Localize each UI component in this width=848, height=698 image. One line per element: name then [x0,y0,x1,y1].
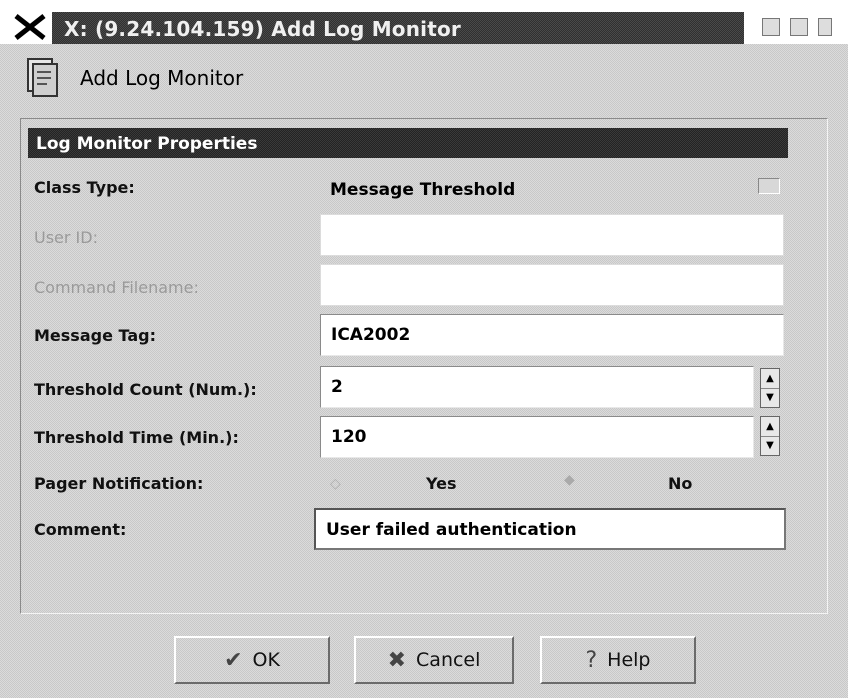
dropdown-icon[interactable] [758,178,780,194]
command-filename-label: Command Filename: [34,278,199,297]
minimize-button[interactable] [762,18,780,36]
checkmark-icon: ✔ [224,647,243,673]
cancel-button[interactable]: ✖ Cancel [354,636,514,684]
maximize-button[interactable] [790,18,808,36]
class-type-select[interactable]: Message Threshold [330,180,515,200]
threshold-time-label: Threshold Time (Min.): [34,428,239,447]
arrow-up-icon[interactable]: ▲ [761,417,779,437]
threshold-count-label: Threshold Count (Num.): [34,380,257,399]
threshold-count-field[interactable]: 2 [320,366,754,408]
document-icon [27,58,58,97]
radio-no-icon[interactable]: ◆ [564,472,575,488]
x-logo-icon [14,14,46,40]
cancel-x-icon: ✖ [387,647,407,673]
message-tag-label: Message Tag: [34,326,156,345]
threshold-time-stepper[interactable]: ▲ ▼ [760,416,780,456]
class-type-label: Class Type: [34,178,135,197]
window-title: X: (9.24.104.159) Add Log Monitor [64,17,462,41]
close-button[interactable] [818,18,832,36]
radio-yes-icon[interactable]: ◇ [330,476,341,492]
arrow-up-icon[interactable]: ▲ [761,369,779,389]
radio-no-label[interactable]: No [668,474,692,493]
question-mark-icon: ? [585,647,598,673]
pager-notification-label: Pager Notification: [34,474,204,493]
ok-button[interactable]: ✔ OK [174,636,330,684]
title-bar: X: (9.24.104.159) Add Log Monitor [0,0,848,44]
radio-yes-label[interactable]: Yes [426,474,457,493]
panel-title: Log Monitor Properties [28,128,788,158]
arrow-down-icon[interactable]: ▼ [761,388,779,407]
user-id-label: User ID: [34,228,98,247]
user-id-field[interactable] [320,214,784,256]
threshold-count-stepper[interactable]: ▲ ▼ [760,368,780,408]
command-filename-field[interactable] [320,264,784,306]
comment-field[interactable]: User failed authentication [314,508,786,550]
threshold-time-field[interactable]: 120 [320,416,754,458]
arrow-down-icon[interactable]: ▼ [761,436,779,455]
dialog-heading: Add Log Monitor [80,66,244,90]
comment-label: Comment: [34,520,127,539]
message-tag-field[interactable]: ICA2002 [320,314,784,356]
help-button[interactable]: ? Help [540,636,696,684]
